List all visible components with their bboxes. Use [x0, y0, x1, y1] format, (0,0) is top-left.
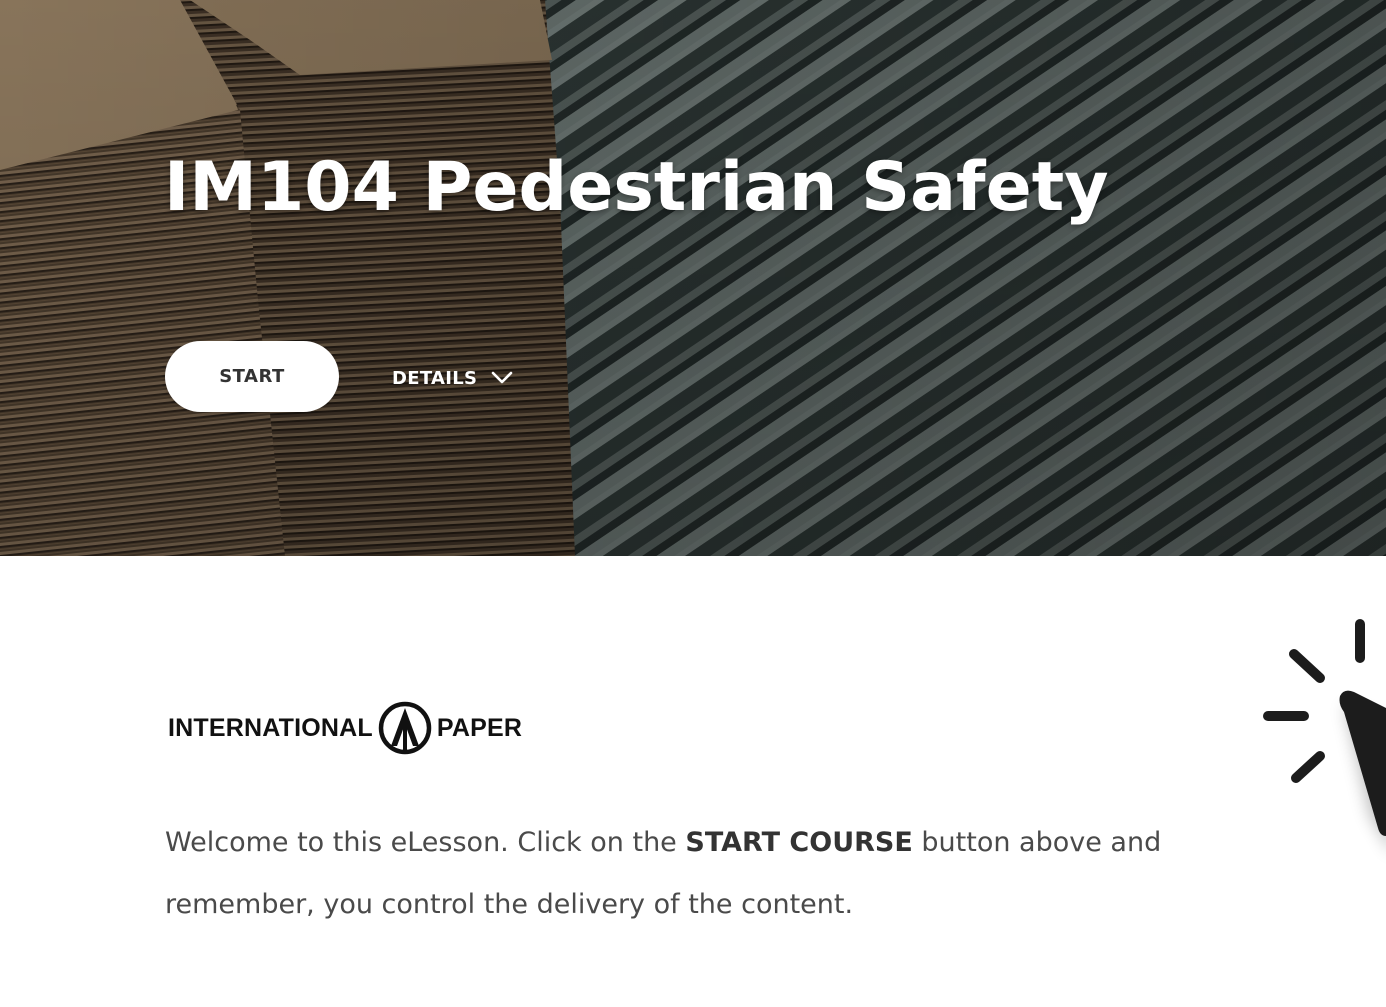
start-course-emphasis: START COURSE [685, 827, 913, 858]
course-page: IM104 Pedestrian Safety START DETAILS IN… [0, 0, 1386, 1007]
logo-text-paper: PAPER [436, 713, 523, 742]
welcome-message: Welcome to this eLesson. Click on the ST… [165, 812, 1225, 936]
details-toggle-button[interactable]: DETAILS [392, 358, 513, 398]
hero-banner: IM104 Pedestrian Safety START DETAILS [0, 0, 1386, 556]
logo-text-international: INTERNATIONAL [168, 713, 373, 742]
course-title: IM104 Pedestrian Safety [164, 148, 1109, 227]
chevron-down-icon [491, 371, 513, 384]
start-button[interactable]: START [165, 341, 339, 412]
details-label: DETAILS [392, 367, 478, 389]
international-paper-logo: INTERNATIONAL PAPER [168, 698, 522, 758]
click-cursor-icon [1263, 619, 1386, 843]
hero-overlay [0, 0, 1386, 556]
international-paper-logo-icon [378, 701, 432, 755]
welcome-text-part1: Welcome to this eLesson. Click on the [165, 827, 686, 858]
